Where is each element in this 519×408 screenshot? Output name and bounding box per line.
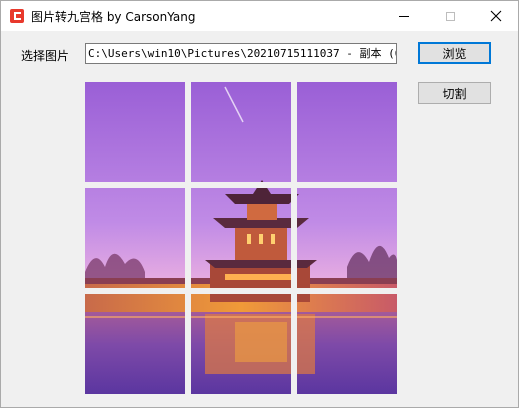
grid-tile xyxy=(297,294,397,394)
grid-tile xyxy=(191,294,291,394)
grid-tile xyxy=(85,82,185,182)
maximize-button[interactable] xyxy=(427,1,473,31)
maximize-icon xyxy=(445,11,455,21)
title-bar[interactable]: 图片转九宫格 by CarsonYang xyxy=(1,1,518,31)
cut-button[interactable]: 切割 xyxy=(418,82,491,104)
grid-tile xyxy=(85,294,185,394)
grid-tile xyxy=(297,188,397,288)
grid-tile xyxy=(85,188,185,288)
close-button[interactable] xyxy=(473,1,519,31)
minimize-button[interactable] xyxy=(381,1,427,31)
window-title: 图片转九宫格 by CarsonYang xyxy=(31,10,196,24)
close-icon xyxy=(490,10,502,22)
app-logo-icon xyxy=(10,9,24,23)
grid-tile xyxy=(297,82,397,182)
nine-grid-preview xyxy=(85,82,397,394)
client-area: 选择图片 C:\Users\win10\Pictures\20210715111… xyxy=(1,31,518,407)
app-window: 图片转九宫格 by CarsonYang 选择图片 C:\Users\win10… xyxy=(0,0,519,408)
minimize-icon xyxy=(399,15,409,17)
grid-tile xyxy=(191,188,291,288)
select-image-label: 选择图片 xyxy=(21,49,70,63)
grid-tile xyxy=(191,82,291,182)
browse-button[interactable]: 浏览 xyxy=(418,42,491,64)
image-path-field[interactable]: C:\Users\win10\Pictures\20210715111037 -… xyxy=(85,43,397,64)
